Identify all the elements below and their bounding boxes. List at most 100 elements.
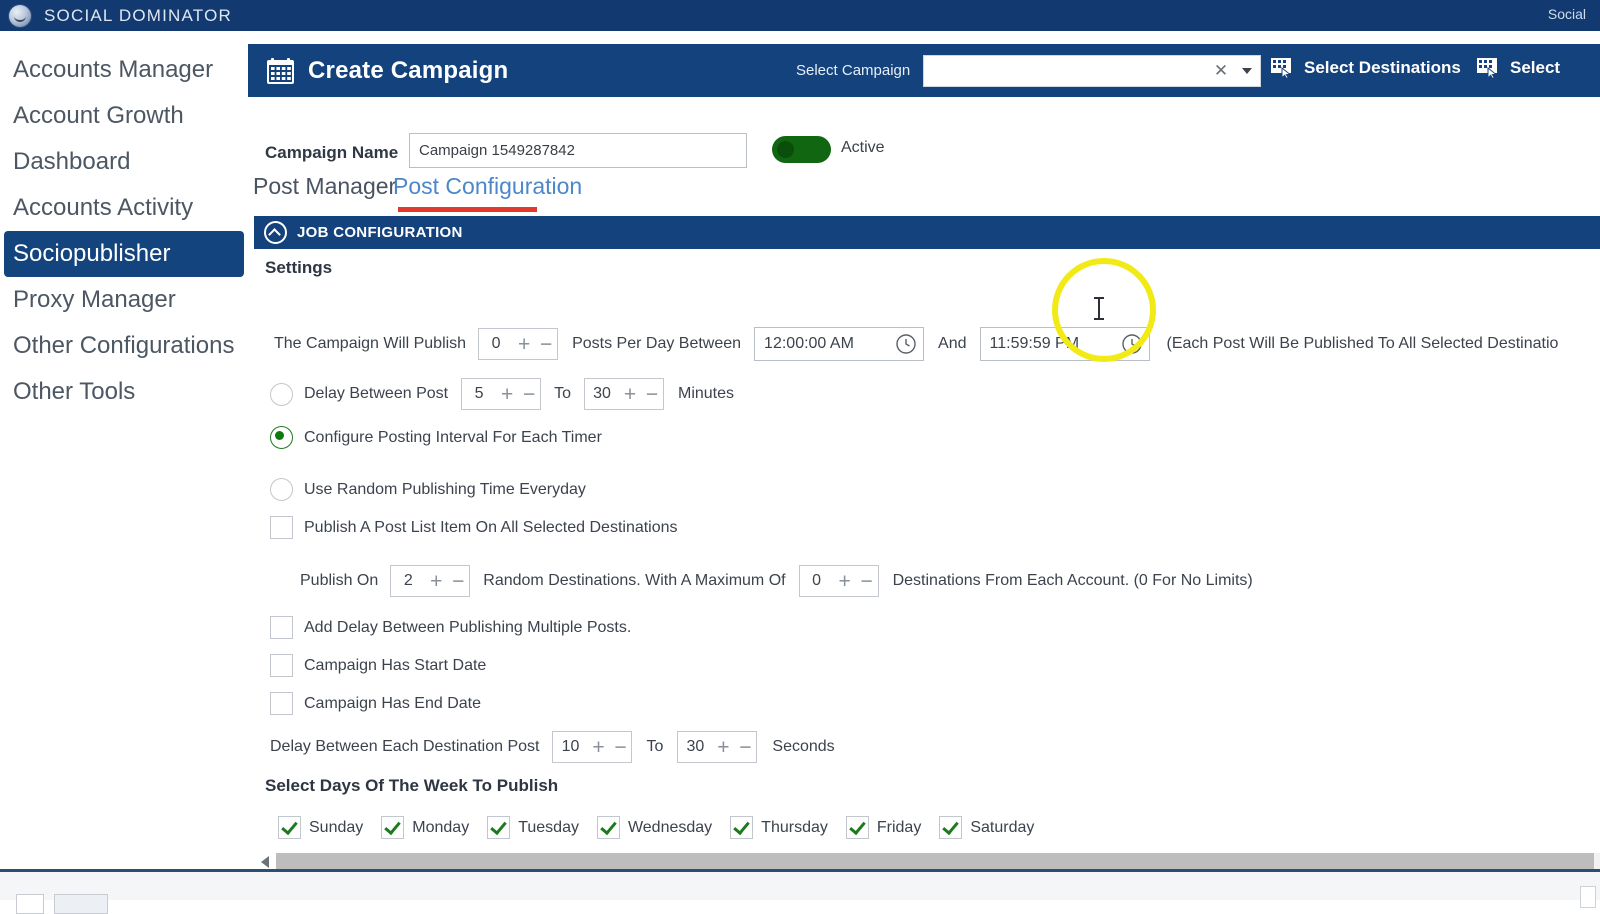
- plus-icon[interactable]: +: [712, 737, 734, 758]
- destination-delay-label: Delay Between Each Destination Post: [270, 738, 540, 755]
- horizontal-scrollbar[interactable]: [254, 851, 1600, 869]
- minus-icon[interactable]: −: [518, 384, 540, 405]
- plus-icon[interactable]: +: [425, 571, 447, 592]
- minus-icon[interactable]: −: [609, 737, 631, 758]
- checkbox-publish-post-list[interactable]: [270, 516, 293, 539]
- has-start-date-label: Campaign Has Start Date: [304, 656, 487, 674]
- bottom-bar-right-box[interactable]: [1580, 886, 1596, 908]
- plus-icon[interactable]: +: [619, 384, 641, 405]
- sidebar-item-label: Accounts Manager: [13, 56, 214, 83]
- publish-on-prefix-label: Publish On: [300, 572, 379, 589]
- delay-to-value: 30: [593, 385, 611, 402]
- checkbox-add-delay[interactable]: [270, 616, 293, 639]
- close-x-icon[interactable]: ✕: [1208, 61, 1234, 81]
- sidebar-item-label: Accounts Activity: [13, 194, 194, 221]
- job-configuration-header[interactable]: JOB CONFIGURATION: [254, 216, 1600, 249]
- panel-header: Create Campaign Select Campaign ✕ Select…: [248, 44, 1600, 97]
- bottom-bar-button-2[interactable]: [54, 894, 108, 914]
- minus-icon[interactable]: −: [641, 384, 663, 405]
- plus-icon[interactable]: +: [587, 737, 609, 758]
- sidebar-item-other-tools[interactable]: Other Tools: [0, 369, 248, 415]
- checkbox-monday[interactable]: [381, 816, 405, 839]
- title-bar: SOCIAL DOMINATOR Social: [0, 0, 1600, 31]
- time-to-value: 11:59:59 PM: [989, 335, 1080, 352]
- plus-icon[interactable]: +: [513, 334, 535, 355]
- select-destinations-button[interactable]: Select Destinations: [1271, 58, 1461, 78]
- scrollbar-thumb[interactable]: [276, 853, 1594, 869]
- sidebar-item-label: Proxy Manager: [13, 286, 176, 313]
- sidebar-item-accounts-activity[interactable]: Accounts Activity: [0, 185, 248, 231]
- time-from-field[interactable]: 12:00:00 AM: [754, 327, 925, 361]
- sidebar-item-sociopublisher[interactable]: Sociopublisher: [4, 231, 244, 277]
- calendar-icon: [266, 57, 295, 85]
- tab-post-configuration[interactable]: Post Configuration: [393, 173, 582, 200]
- publish-on-suffix-label: Destinations From Each Account. (0 For N…: [892, 572, 1253, 589]
- sidebar-item-label: Dashboard: [13, 148, 131, 175]
- radio-delay-between-post[interactable]: [270, 382, 293, 406]
- sidebar: Accounts Manager Account Growth Dashboar…: [0, 31, 248, 869]
- select-campaign-input[interactable]: [924, 55, 1208, 87]
- campaign-name-row: Campaign Name Active: [248, 133, 1600, 177]
- checkbox-friday[interactable]: [845, 816, 869, 839]
- sidebar-item-account-growth[interactable]: Account Growth: [0, 93, 248, 139]
- scrollbar-track[interactable]: [276, 853, 1600, 869]
- delay-from-stepper[interactable]: 5 + −: [461, 378, 542, 410]
- chevron-down-icon[interactable]: [1234, 68, 1260, 74]
- campaign-name-input[interactable]: [409, 133, 747, 168]
- tab-post-manager[interactable]: Post Manager: [253, 173, 396, 200]
- bottom-bar-button-1[interactable]: [16, 894, 44, 914]
- select-label: Select: [1510, 58, 1561, 77]
- publish-rate-row: The Campaign Will Publish 0 + − Posts Pe…: [274, 327, 1558, 361]
- select-campaign-combobox[interactable]: ✕: [923, 55, 1261, 87]
- day-label-sunday: Sunday: [309, 818, 364, 836]
- radio-random-publishing[interactable]: [270, 478, 293, 501]
- destination-delay-to-value: 30: [686, 738, 705, 755]
- day-label-friday: Friday: [876, 818, 922, 836]
- minus-icon[interactable]: −: [447, 571, 469, 592]
- days-of-week-row: Sunday Monday Tuesday Wednesday Thursday…: [278, 816, 1052, 839]
- posts-per-day-value: 0: [491, 335, 501, 352]
- checkbox-saturday[interactable]: [939, 816, 963, 839]
- destination-delay-row: Delay Between Each Destination Post 10 +…: [270, 731, 835, 763]
- plus-icon[interactable]: +: [834, 571, 856, 592]
- clock-icon[interactable]: [1121, 333, 1143, 355]
- random-destinations-stepper[interactable]: 2 + −: [390, 565, 471, 597]
- time-to-field[interactable]: 11:59:59 PM: [979, 327, 1150, 361]
- delay-between-post-label: Delay Between Post: [304, 385, 449, 402]
- sidebar-item-other-configurations[interactable]: Other Configurations: [0, 323, 248, 369]
- radio-configure-interval[interactable]: [270, 426, 293, 449]
- clock-icon[interactable]: [895, 333, 917, 355]
- checkbox-sunday[interactable]: [278, 816, 301, 839]
- checkbox-has-end-date[interactable]: [270, 692, 293, 715]
- active-toggle-label: Active: [841, 139, 885, 156]
- sidebar-item-label: Other Configurations: [13, 332, 235, 359]
- checkbox-tuesday[interactable]: [487, 816, 511, 839]
- destination-delay-from-stepper[interactable]: 10 + −: [552, 731, 633, 763]
- select-button[interactable]: Select: [1477, 58, 1560, 78]
- posts-per-day-stepper[interactable]: 0 + −: [478, 328, 559, 360]
- active-toggle[interactable]: [772, 136, 831, 163]
- sidebar-item-label: Account Growth: [13, 102, 184, 129]
- delay-between-post-row: Delay Between Post 5 + − To 30 + − Minut…: [270, 378, 734, 410]
- delay-to-stepper[interactable]: 30 + −: [583, 378, 664, 410]
- destination-delay-to-stepper[interactable]: 30 + −: [677, 731, 758, 763]
- checkbox-has-start-date[interactable]: [270, 654, 293, 677]
- publish-post-list-row: Publish A Post List Item On All Selected…: [270, 516, 678, 539]
- days-heading: Select Days Of The Week To Publish: [265, 776, 559, 795]
- minus-icon[interactable]: −: [856, 571, 878, 592]
- plus-icon[interactable]: +: [496, 384, 518, 405]
- minus-icon[interactable]: −: [734, 737, 756, 758]
- minus-icon[interactable]: −: [535, 334, 557, 355]
- sidebar-item-dashboard[interactable]: Dashboard: [0, 139, 248, 185]
- checkbox-thursday[interactable]: [730, 816, 754, 839]
- and-label: And: [938, 335, 967, 352]
- max-destinations-stepper[interactable]: 0 + −: [798, 565, 879, 597]
- arrow-left-icon[interactable]: [254, 856, 276, 868]
- chevron-up-circle-icon[interactable]: [264, 221, 287, 244]
- sidebar-item-accounts-manager[interactable]: Accounts Manager: [0, 47, 248, 93]
- application-window: SOCIAL DOMINATOR Social Accounts Manager…: [0, 0, 1600, 914]
- sidebar-item-proxy-manager[interactable]: Proxy Manager: [0, 277, 248, 323]
- random-publishing-label: Use Random Publishing Time Everyday: [304, 480, 586, 498]
- checkbox-wednesday[interactable]: [596, 816, 620, 839]
- content-area: Create Campaign Select Campaign ✕ Select…: [248, 31, 1600, 869]
